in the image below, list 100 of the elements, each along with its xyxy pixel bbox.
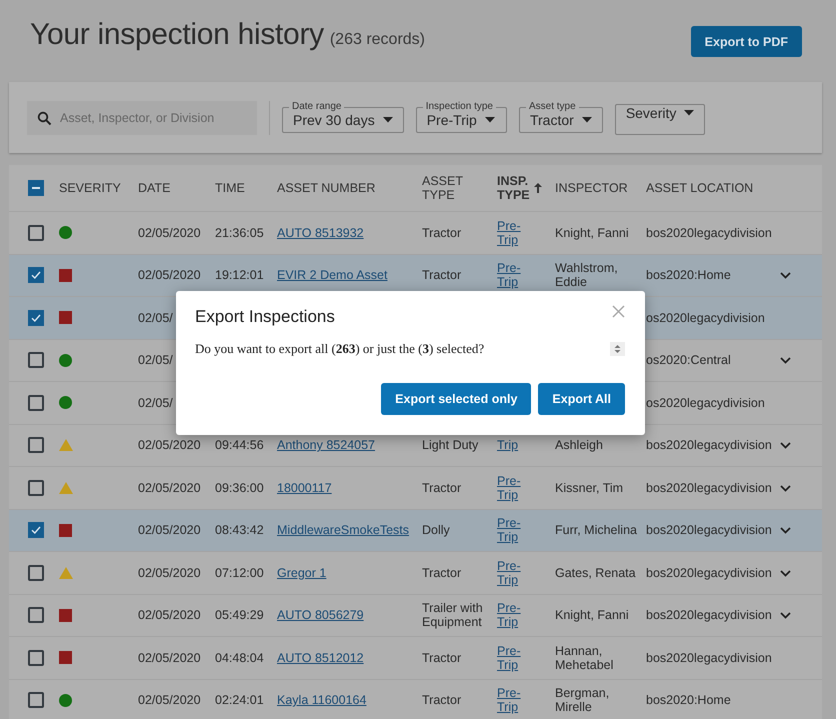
time-text: 21:36:05	[215, 226, 264, 240]
column-header[interactable]: DATE	[138, 181, 170, 195]
checkbox[interactable]	[28, 564, 44, 581]
checkbox[interactable]	[28, 522, 44, 538]
location-text: os2020:Central	[646, 353, 731, 368]
inspection-type-link[interactable]: Pre-Trip	[497, 516, 527, 544]
filter-dropdown[interactable]: Date range Prev 30 days	[282, 102, 404, 133]
inspection-type-link[interactable]: Pre-Trip	[497, 558, 527, 587]
checkbox[interactable]	[28, 437, 44, 454]
export-selected-button[interactable]: Export selected only	[381, 383, 532, 415]
checkbox[interactable]	[28, 267, 44, 284]
inspection-type-link[interactable]: Pre-Trip	[497, 218, 527, 247]
checkbox[interactable]	[28, 480, 44, 496]
inspector-name: Hannan, Mehetabel	[555, 644, 614, 672]
location-text: bos2020:Home	[646, 693, 731, 708]
asset-type-text: Trailer with Equipment	[422, 601, 483, 630]
inspector-name: Knight, Fanni	[555, 608, 629, 622]
asset-link[interactable]: 18000117	[277, 480, 332, 495]
asset-link[interactable]: EVIR 2 Demo Asset	[277, 268, 388, 282]
filter-dropdown[interactable]: Severity	[614, 104, 706, 135]
date-text: 02/05/2020	[138, 650, 201, 665]
chevron-down-icon[interactable]	[780, 442, 791, 450]
asset-link[interactable]: AUTO 8512012	[277, 650, 364, 665]
asset-link[interactable]: Gregor 1	[277, 566, 326, 580]
column-header[interactable]: TIME	[215, 181, 245, 195]
inspection-type-link[interactable]: Trip	[497, 438, 518, 452]
date-text: 02/05/2020	[138, 523, 201, 538]
inspection-type-link[interactable]: Pre-Trip	[497, 686, 527, 714]
dialog-title: Export Inspections	[195, 307, 335, 327]
filter-dropdown[interactable]: Inspection type Pre-Trip	[416, 102, 507, 133]
asset-type-text: Dolly	[422, 523, 450, 538]
chevron-down-icon[interactable]	[780, 570, 791, 577]
location-text: bos2020legacydivision	[646, 480, 772, 495]
caret-icon	[582, 117, 592, 123]
date-text: 02/05/2020	[138, 566, 201, 580]
checkbox[interactable]	[28, 607, 44, 624]
asset-type-text: Tractor	[422, 480, 462, 495]
inspection-type-link[interactable]: Pre-Trip	[497, 474, 527, 502]
date-text: 02/05/	[138, 353, 173, 368]
checkbox[interactable]	[28, 310, 44, 326]
chevron-down-icon[interactable]	[780, 527, 791, 534]
asset-link[interactable]: AUTO 8513932	[277, 226, 364, 240]
asset-link[interactable]: MiddlewareSmokeTests	[277, 523, 409, 538]
inspector-name: Gates, Renata	[555, 566, 636, 580]
chevron-down-icon[interactable]	[780, 612, 791, 620]
column-header[interactable]: ASSET TYPE	[422, 174, 468, 202]
inspector-name: Wahlstrom, Eddie	[555, 261, 618, 290]
checkbox[interactable]	[28, 394, 44, 411]
chevron-down-icon[interactable]	[780, 484, 791, 492]
chevron-down-icon[interactable]	[780, 357, 791, 364]
asset-link[interactable]: Anthony 8524057	[277, 438, 376, 452]
checkbox[interactable]	[28, 224, 44, 241]
location-text: bos2020:Home	[646, 268, 731, 282]
inspection-type-link[interactable]: Pre-Trip	[497, 644, 527, 672]
column-header[interactable]: SEVERITY	[59, 181, 121, 195]
inspection-type-link[interactable]: Pre-Trip	[497, 261, 527, 290]
record-count: (263 records)	[330, 31, 425, 49]
asset-type-text: Tractor	[422, 566, 462, 580]
inspection-type-link[interactable]: Pre-Trip	[497, 601, 527, 630]
time-text: 09:44:56	[215, 438, 264, 452]
caret-icon	[382, 117, 393, 123]
inspector-name: Knight, Fanni	[555, 226, 629, 240]
asset-type-text: Tractor	[422, 226, 462, 240]
column-header[interactable]: INSP. TYPE	[497, 174, 531, 202]
inspector-name: Kissner, Tim	[555, 480, 624, 495]
spinner-icon[interactable]	[610, 342, 625, 356]
filter-dropdown[interactable]: Asset type Tractor	[518, 102, 603, 133]
checkbox[interactable]	[28, 352, 44, 368]
date-text: 02/05/2020	[138, 608, 201, 622]
asset-link[interactable]: AUTO 8056279	[277, 608, 364, 622]
location-text: bos2020legacydivision	[646, 523, 772, 538]
date-text: 02/05/2020	[138, 693, 201, 708]
date-text: 02/05/2020	[138, 226, 201, 240]
asset-link[interactable]: Kayla 11600164	[277, 693, 366, 708]
time-text: 09:36:00	[215, 480, 264, 495]
column-header[interactable]: ASSET LOCATION	[646, 181, 754, 195]
location-text: bos2020legacydivision	[646, 650, 772, 665]
search-field[interactable]: Asset, Inspector, or Division	[27, 100, 257, 134]
location-text: bos2020legacydivision	[646, 438, 772, 452]
dialog-message: Do you want to export all (263) or just the (3) selected?	[195, 341, 484, 357]
checkbox[interactable]	[28, 692, 44, 708]
chevron-down-icon[interactable]	[780, 272, 791, 280]
location-text: bos2020legacydivision	[646, 608, 772, 622]
date-text: 02/05/2020	[138, 438, 201, 452]
location-text: bos2020legacydivision	[646, 226, 772, 240]
export-all-button[interactable]: Export All	[538, 383, 625, 415]
date-text: 02/05/	[138, 310, 173, 325]
time-text: 19:12:01	[215, 268, 264, 282]
column-header[interactable]: INSPECTOR	[555, 181, 628, 195]
asset-type-text: Tractor	[422, 268, 462, 282]
location-text: os2020legacydivision	[646, 310, 765, 325]
location-text: os2020legacydivision	[646, 396, 765, 410]
column-header[interactable]: ASSET NUMBER	[277, 181, 376, 195]
export-pdf-button[interactable]: Export to PDF	[690, 26, 802, 57]
asset-type-text: Tractor	[422, 650, 462, 665]
checkbox[interactable]	[28, 650, 44, 666]
time-text: 08:43:42	[215, 523, 264, 538]
date-text: 02/05/	[138, 396, 173, 410]
caret-icon	[684, 110, 694, 116]
checkbox[interactable]	[28, 180, 44, 196]
